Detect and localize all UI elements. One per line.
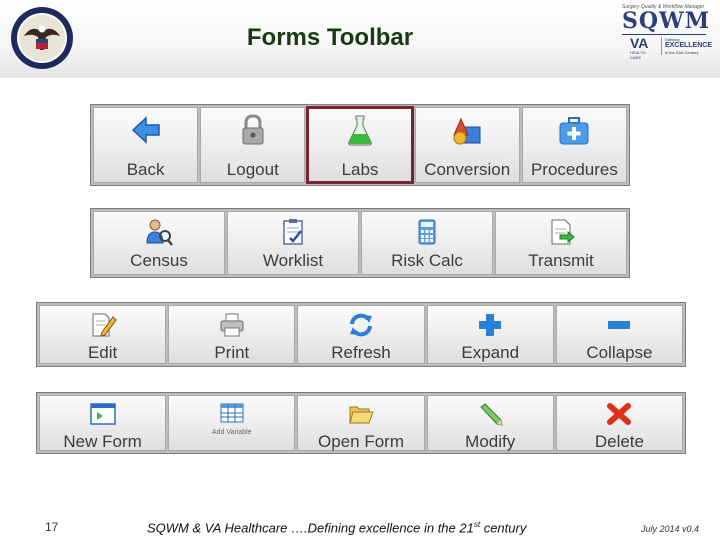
document-edit-icon [92,313,117,337]
refresh-button[interactable]: Refresh [297,305,425,364]
open-form-label: Open Form [318,432,404,451]
sqwm-logo: Surgery Quality & Workflow Manager SQWM … [616,4,712,72]
footer-tagline-tail: century [480,520,527,536]
shapes-icon [453,117,481,145]
transmit-button[interactable]: Transmit [495,211,627,275]
patient-toolbar: Census Worklist Risk Calc Transmit [90,208,630,278]
worklist-button[interactable]: Worklist [227,211,359,275]
modify-label: Modify [465,432,516,451]
add-variable-button[interactable]: Add Variable [168,395,296,451]
edit-label: Edit [87,343,118,362]
delete-button[interactable]: Delete [555,395,684,451]
procedures-label: Procedures [530,160,618,179]
va-mark-sub: HEALTH CARE [630,50,646,60]
open-form-button[interactable]: Open Form [297,395,425,451]
add-variable-label: Add Variable [212,429,252,436]
labs-button[interactable]: Labs [306,106,414,184]
expand-label: Expand [461,343,520,362]
back-button[interactable]: Back [93,107,199,183]
collapse-label: Collapse [586,343,653,362]
edit-button[interactable]: Edit [39,305,167,364]
padlock-icon [242,114,264,145]
printer-icon [220,313,244,337]
arrow-left-icon [131,116,160,144]
risk-calc-label: Risk Calc [391,251,463,270]
slide-number: 17 [45,520,59,534]
new-form-button[interactable]: New Form [39,395,167,451]
logout-label: Logout [226,160,279,179]
pencil-icon [480,403,503,426]
labs-label: Labs [341,160,379,179]
worklist-label: Worklist [262,251,324,270]
refresh-icon [350,313,372,337]
delete-label: Delete [594,432,644,451]
collapse-button[interactable]: Collapse [555,305,684,364]
va-health-care-mark: VA HEALTH CARE [630,35,657,60]
defining-excellence-mark: Defining EXCELLENCE in the 21st Century [660,37,712,55]
medical-kit-icon [559,117,589,145]
red-x-icon [607,403,632,425]
procedures-button[interactable]: Procedures [521,107,628,183]
print-button[interactable]: Print [168,305,296,364]
edit-toolbar: Edit Print Refresh Expand Collapse [36,302,686,367]
transmit-label: Transmit [528,251,594,270]
navigation-toolbar: Back Logout Labs Conversion Procedures [90,104,630,186]
risk-calc-button[interactable]: Risk Calc [361,211,493,275]
slide-header: Forms Toolbar Surgery Quality & Workflow… [0,0,720,78]
census-label: Census [130,251,188,270]
open-folder-icon [349,406,374,424]
forms-toolbar: New Form Add Variable Open Form Modify D… [36,392,686,454]
grid-icon [220,403,244,423]
century-text: in the 21st Century [664,50,699,55]
modify-button[interactable]: Modify [426,395,554,451]
expand-button[interactable]: Expand [426,305,554,364]
minus-icon [608,321,631,329]
excellence-text: EXCELLENCE [664,42,712,49]
footer-date: July 2014 v0.4 [641,524,700,534]
new-form-icon [89,403,116,425]
va-mark-text: VA [630,35,649,51]
clipboard-check-icon [283,219,303,245]
footer-tagline: SQWM & VA Healthcare ….Defining excellen… [147,520,526,535]
person-search-icon [146,219,173,246]
document-send-icon [551,219,575,245]
back-label: Back [126,160,165,179]
print-label: Print [214,343,250,362]
footer-tagline-text: SQWM & VA Healthcare ….Defining excellen… [147,520,474,536]
conversion-label: Conversion [424,160,511,179]
new-form-label: New Form [63,432,142,451]
page-title: Forms Toolbar [246,24,414,51]
logo-name: SQWM [622,8,711,34]
calculator-icon [418,219,436,245]
refresh-label: Refresh [331,343,391,362]
conversion-button[interactable]: Conversion [414,107,520,183]
flask-icon [348,115,372,146]
census-button[interactable]: Census [93,211,225,275]
plus-icon [479,314,502,336]
logout-button[interactable]: Logout [200,107,306,183]
